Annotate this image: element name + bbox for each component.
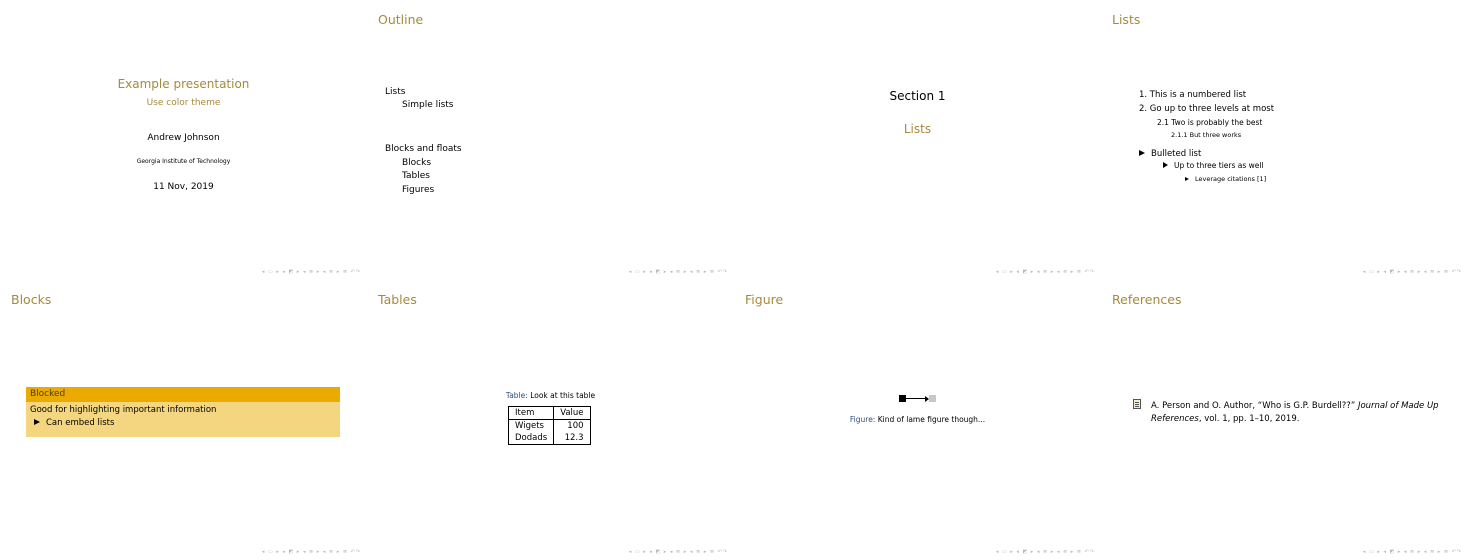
block-list-item: Can embed lists: [30, 418, 336, 428]
navigation-symbols[interactable]: ◂ ▭ ▸ ◂ ◩ ▸ ◂ ≣ ▸ ◂ ≣ ▸ ≣ ↶↷: [996, 269, 1095, 275]
navigation-symbols[interactable]: ◂ ▭ ▸ ◂ ◩ ▸ ◂ ≣ ▸ ◂ ≣ ▸ ≣ ↶↷: [996, 549, 1095, 555]
figure-gray-square: [929, 395, 936, 402]
table-header-row: Item Value: [507, 406, 591, 420]
table-cell: Dodads: [507, 432, 555, 445]
reference-details: , vol. 1, pp. 1–10, 2019.: [1198, 414, 1300, 424]
frame-title: References: [1112, 292, 1182, 307]
toc-subsection-tables[interactable]: Tables: [402, 171, 430, 181]
numbered-item-2: 2. Go up to three levels at most: [1139, 104, 1275, 114]
figure-caption-label: Figure:: [849, 415, 876, 424]
reference-authors-title: A. Person and O. Author, “Who is G.P. Bu…: [1151, 401, 1356, 411]
table-row: Dodads 12.3: [507, 432, 591, 445]
block-text: Good for highlighting important informat…: [30, 405, 217, 415]
block-body: Good for highlighting important informat…: [26, 402, 340, 437]
presentation-title: Example presentation: [117, 77, 250, 91]
bullet-subsubitem-1: Leverage citations [1]: [1185, 175, 1266, 183]
frame-title: Figure: [745, 292, 784, 307]
numbered-item-1: 1. This is a numbered list: [1139, 90, 1247, 100]
presentation-date: 11 Nov, 2019: [153, 182, 214, 192]
article-icon: [1133, 399, 1141, 409]
numbered-subsubitem-2-1-1: 2.1.1 But three works: [1171, 131, 1242, 139]
table-caption: Table: Look at this table: [367, 391, 734, 400]
table-caption-label: Table:: [505, 391, 528, 400]
toc-subsection-figures[interactable]: Figures: [402, 185, 434, 195]
figure-caption-text: Kind of lame figure though...: [877, 415, 986, 424]
navigation-symbols[interactable]: ◂ ▭ ▸ ◂ ◩ ▸ ◂ ≣ ▸ ◂ ≣ ▸ ≣ ↶↷: [1363, 549, 1462, 555]
bullet-triangle-icon: [1139, 150, 1145, 156]
reference-entry: A. Person and O. Author, “Who is G.P. Bu…: [1151, 400, 1441, 426]
table-caption-text: Look at this table: [530, 391, 596, 400]
table-header-cell: Value: [553, 406, 591, 420]
navigation-symbols[interactable]: ◂ ▭ ▸ ◂ ◩ ▸ ◂ ≣ ▸ ◂ ≣ ▸ ≣ ↶↷: [262, 269, 361, 275]
frame-title: Lists: [1112, 12, 1141, 27]
data-table: Item Value Wigets 100 Dodads 12.3: [507, 406, 591, 445]
table-cell: 100: [553, 419, 591, 432]
toc-subsection-simple-lists[interactable]: Simple lists: [402, 100, 454, 110]
numbered-subitem-2-1: 2.1 Two is probably the best: [1157, 118, 1263, 127]
presentation-subtitle: Use color theme: [146, 98, 221, 108]
section-name: Lists: [903, 122, 932, 136]
institute-name: Georgia Institute of Technology: [136, 158, 231, 165]
table-cell: 12.3: [553, 432, 591, 445]
bullet-triangle-icon: [1163, 162, 1168, 168]
title-slide: Example presentation Use color theme And…: [0, 0, 367, 280]
table-row: Wigets 100: [507, 419, 591, 432]
bullet-item-1: Bulleted list: [1139, 149, 1201, 159]
toc-section-blocks-and-floats[interactable]: Blocks and floats: [385, 144, 462, 154]
block-title: Blocked: [26, 387, 340, 402]
table-header-cell: Item: [507, 406, 555, 420]
lists-slide: Lists 1. This is a numbered list 2. Go u…: [1101, 0, 1468, 280]
bullet-triangle-icon: [34, 419, 40, 425]
toc-section-lists[interactable]: Lists: [385, 87, 405, 97]
section-slide: Section 1 Lists ◂ ▭ ▸ ◂ ◩ ▸ ◂ ≣ ▸ ◂ ≣ ▸ …: [734, 0, 1101, 280]
frame-title: Outline: [378, 12, 424, 27]
highlight-block: Blocked Good for highlighting important …: [26, 387, 340, 437]
outline-slide: Outline Lists Simple lists Blocks and fl…: [367, 0, 734, 280]
bullet-subitem-1: Up to three tiers as well: [1163, 161, 1264, 170]
navigation-symbols[interactable]: ◂ ▭ ▸ ◂ ◩ ▸ ◂ ≣ ▸ ◂ ≣ ▸ ≣ ↶↷: [629, 549, 728, 555]
bullet-triangle-icon: [1185, 177, 1189, 181]
figure-black-square: [899, 395, 906, 402]
navigation-symbols[interactable]: ◂ ▭ ▸ ◂ ◩ ▸ ◂ ≣ ▸ ◂ ≣ ▸ ≣ ↶↷: [262, 549, 361, 555]
navigation-symbols[interactable]: ◂ ▭ ▸ ◂ ◩ ▸ ◂ ≣ ▸ ◂ ≣ ▸ ≣ ↶↷: [1363, 269, 1462, 275]
toc-subsection-blocks[interactable]: Blocks: [402, 158, 431, 168]
frame-title: Tables: [378, 292, 417, 307]
navigation-symbols[interactable]: ◂ ▭ ▸ ◂ ◩ ▸ ◂ ≣ ▸ ◂ ≣ ▸ ≣ ↶↷: [629, 269, 728, 275]
author-name: Andrew Johnson: [147, 133, 220, 143]
section-label: Section 1: [889, 89, 946, 103]
table-cell: Wigets: [507, 419, 555, 432]
frame-title: Blocks: [11, 292, 52, 307]
figure-caption: Figure: Kind of lame figure though...: [734, 415, 1101, 424]
